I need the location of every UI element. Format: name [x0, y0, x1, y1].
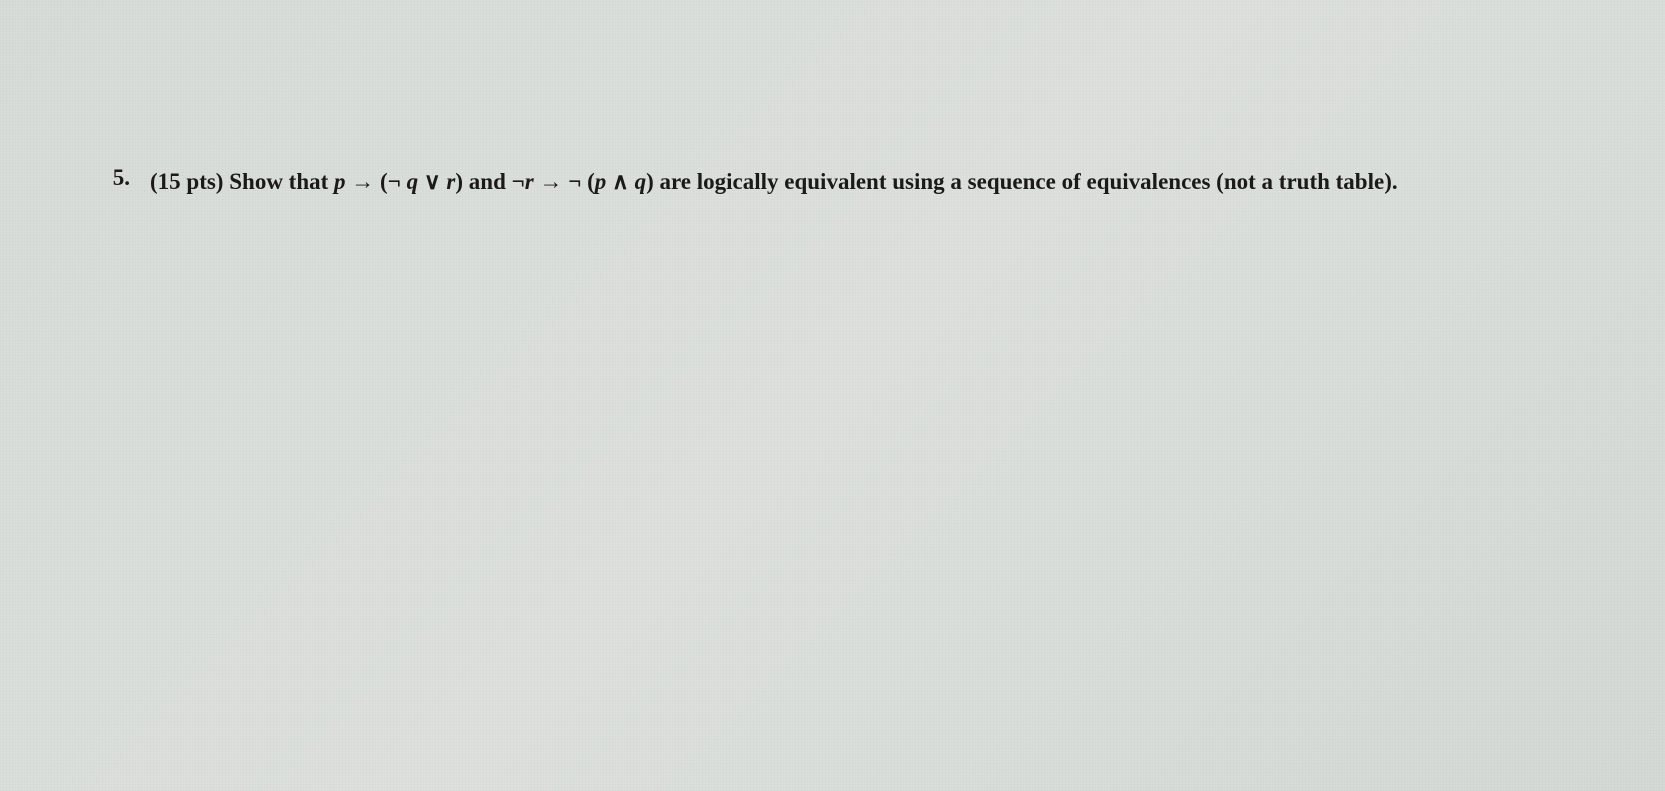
expr1-lparen: (	[380, 169, 388, 194]
expr2-rparen: )	[646, 169, 654, 194]
problem-number: 5.	[100, 165, 130, 191]
expr2-r: r	[525, 169, 534, 194]
problem-content: 5. (15 pts) Show that p → (¬ q ∨ r) and …	[100, 165, 1565, 200]
problem-text: (15 pts) Show that p → (¬ q ∨ r) and ¬r …	[150, 165, 1398, 200]
text-after: are logically equivalent using a sequenc…	[660, 169, 1398, 194]
expr2-and: ∧	[612, 169, 629, 194]
expr1-arrow: →	[351, 169, 374, 194]
expr2-p: p	[595, 169, 607, 194]
expr2-neg2: ¬	[568, 169, 581, 194]
expr2-q: q	[635, 169, 647, 194]
expr1-rparen: )	[455, 169, 463, 194]
expr2-neg1: ¬	[512, 169, 525, 194]
expr2-arrow: →	[539, 169, 562, 194]
text-and: and	[469, 169, 506, 194]
expr1-p: p	[334, 169, 346, 194]
problem-row: 5. (15 pts) Show that p → (¬ q ∨ r) and …	[100, 165, 1565, 200]
expr2-lparen: (	[587, 169, 595, 194]
expr1-q: q	[407, 169, 419, 194]
text-before: Show that	[229, 169, 328, 194]
expr1-neg: ¬	[388, 169, 401, 194]
expr1-or: ∨	[424, 169, 441, 194]
points-label: (15 pts)	[150, 169, 223, 194]
